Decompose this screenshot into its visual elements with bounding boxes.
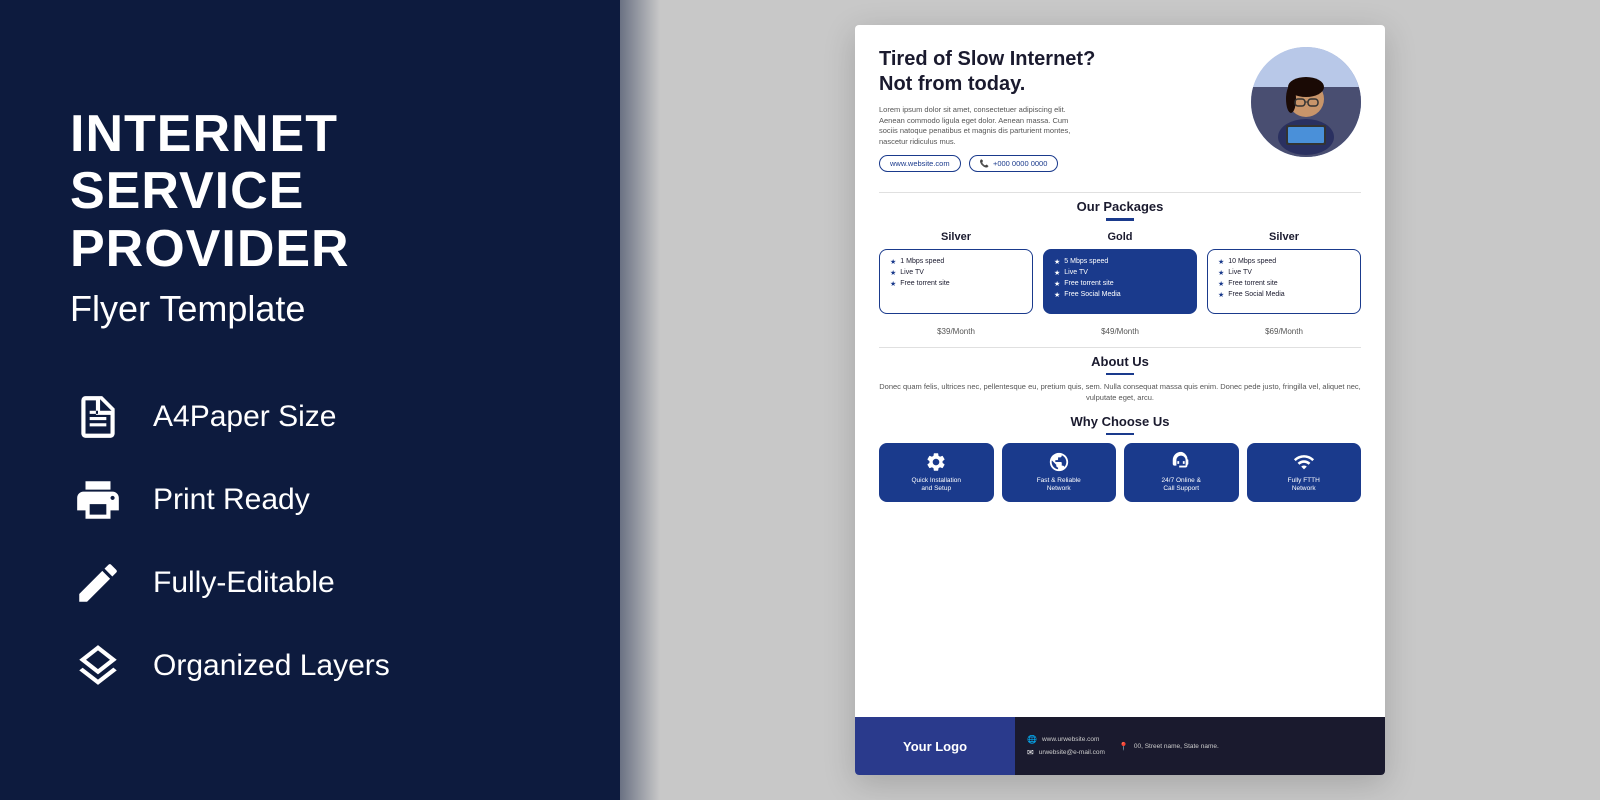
feature-item: ★5 Mbps speed	[1054, 258, 1186, 266]
why-grid: Quick Installationand Setup Fast & Relia…	[879, 443, 1361, 502]
footer-website-text: www.urwebsite.com	[1042, 736, 1099, 743]
contact-buttons: www.website.com 📞 +000 0000 0000	[879, 155, 1241, 172]
printer-icon	[70, 473, 125, 528]
package-silver-2-name: Silver	[1269, 231, 1299, 243]
footer-logo: Your Logo	[855, 717, 1015, 775]
feature-item: ★1 Mbps speed	[890, 258, 1022, 266]
packages-underline	[1106, 218, 1134, 221]
website-label: www.website.com	[890, 159, 950, 168]
website-icon: 🌐	[1027, 735, 1037, 744]
package-silver-1: Silver ★1 Mbps speed ★Live TV ★Free torr…	[879, 231, 1033, 337]
why-item-network: Fast & ReliableNetwork	[1002, 443, 1117, 502]
feature-item: ★Live TV	[890, 269, 1022, 277]
feature-a4paper-label: A4Paper Size	[153, 400, 336, 434]
why-ftth-label: Fully FTTHNetwork	[1288, 477, 1320, 494]
package-gold-price: $49/Month	[1101, 322, 1139, 337]
subtitle: Flyer Template	[70, 288, 550, 330]
right-panel: Tired of Slow Internet?Not from today. L…	[620, 0, 1600, 800]
footer-email-text: urwebsite@e-mail.com	[1039, 749, 1105, 756]
about-section: About Us Donec quam felis, ultrices nec,…	[879, 354, 1361, 404]
feature-fully-editable-label: Fully-Editable	[153, 566, 335, 600]
flyer-body-text: Lorem ipsum dolor sit amet, consectetuer…	[879, 105, 1079, 147]
flyer: Tired of Slow Internet?Not from today. L…	[855, 25, 1385, 775]
package-gold-features: ★5 Mbps speed ★Live TV ★Free torrent sit…	[1043, 249, 1197, 314]
flyer-avatar	[1251, 47, 1361, 157]
why-underline	[1106, 433, 1134, 436]
why-item-ftth: Fully FTTHNetwork	[1247, 443, 1362, 502]
feature-item: ★Live TV	[1218, 269, 1350, 277]
edit-icon	[70, 556, 125, 611]
email-icon: ✉	[1027, 748, 1034, 757]
package-silver-2-features: ★10 Mbps speed ★Live TV ★Free torrent si…	[1207, 249, 1361, 314]
about-title: About Us	[879, 354, 1361, 369]
location-icon: 📍	[1119, 742, 1129, 751]
feature-organized-layers: Organized Layers	[70, 639, 550, 694]
footer-address: 📍 00, Street name, State name.	[1119, 742, 1219, 751]
flyer-header: Tired of Slow Internet?Not from today. L…	[879, 47, 1361, 182]
feature-organized-layers-label: Organized Layers	[153, 649, 390, 683]
package-gold-name: Gold	[1107, 231, 1132, 243]
why-section: Why Choose Us Quick Installationand Setu…	[879, 414, 1361, 502]
document-icon	[70, 390, 125, 445]
network-icon	[1293, 451, 1315, 473]
package-silver-1-name: Silver	[941, 231, 971, 243]
feature-item: ★Free torrent site	[890, 280, 1022, 288]
packages-title: Our Packages	[879, 199, 1361, 214]
feature-item: ★Free torrent site	[1054, 280, 1186, 288]
packages-grid: Silver ★1 Mbps speed ★Live TV ★Free torr…	[879, 231, 1361, 337]
globe-icon	[1048, 451, 1070, 473]
flyer-body: Tired of Slow Internet?Not from today. L…	[855, 25, 1385, 717]
main-title: INTERNET SERVICE PROVIDER	[70, 106, 550, 278]
package-silver-2: Silver ★10 Mbps speed ★Live TV ★Free tor…	[1207, 231, 1361, 337]
phone-label: +000 0000 0000	[993, 159, 1047, 168]
footer-logo-text: Your Logo	[903, 739, 967, 754]
feature-print-ready: Print Ready	[70, 473, 550, 528]
flyer-headline: Tired of Slow Internet?Not from today. L…	[879, 47, 1241, 182]
footer-contact: 🌐 www.urwebsite.com ✉ urwebsite@e-mail.c…	[1015, 717, 1385, 775]
website-button: www.website.com	[879, 155, 961, 172]
packages-section: Our Packages Silver ★1 Mbps speed ★Live …	[879, 199, 1361, 337]
footer-website: 🌐 www.urwebsite.com	[1027, 735, 1105, 744]
feature-fully-editable: Fully-Editable	[70, 556, 550, 611]
headset-icon	[1170, 451, 1192, 473]
package-silver-2-price: $69/Month	[1265, 322, 1303, 337]
flyer-main-headline: Tired of Slow Internet?Not from today.	[879, 47, 1241, 97]
feature-item: ★Live TV	[1054, 269, 1186, 277]
feature-a4paper: A4Paper Size	[70, 390, 550, 445]
about-underline	[1106, 373, 1134, 376]
package-gold: Gold ★5 Mbps speed ★Live TV ★Free torren…	[1043, 231, 1197, 337]
package-silver-1-features: ★1 Mbps speed ★Live TV ★Free torrent sit…	[879, 249, 1033, 314]
why-support-label: 24/7 Online &Call Support	[1162, 477, 1201, 494]
features-list: A4Paper Size Print Ready Fully-Editable	[70, 390, 550, 694]
feature-item: ★Free torrent site	[1218, 280, 1350, 288]
footer-address-text: 00, Street name, State name.	[1134, 743, 1219, 750]
phone-button: 📞 +000 0000 0000	[969, 155, 1059, 172]
package-silver-1-price: $39/Month	[937, 322, 975, 337]
why-title: Why Choose Us	[879, 414, 1361, 429]
divider-2	[879, 347, 1361, 348]
why-item-support: 24/7 Online &Call Support	[1124, 443, 1239, 502]
why-item-installation: Quick Installationand Setup	[879, 443, 994, 502]
divider-1	[879, 192, 1361, 193]
feature-item: ★Free Social Media	[1054, 291, 1186, 299]
why-installation-label: Quick Installationand Setup	[912, 477, 962, 494]
feature-item: ★Free Social Media	[1218, 291, 1350, 299]
why-network-label: Fast & ReliableNetwork	[1037, 477, 1081, 494]
footer-contact-col-2: 📍 00, Street name, State name.	[1119, 742, 1219, 751]
feature-print-ready-label: Print Ready	[153, 483, 310, 517]
gear-icon	[925, 451, 947, 473]
footer-contact-col-1: 🌐 www.urwebsite.com ✉ urwebsite@e-mail.c…	[1027, 735, 1105, 757]
phone-icon: 📞	[980, 159, 989, 168]
flyer-footer: Your Logo 🌐 www.urwebsite.com ✉ urwebsit…	[855, 717, 1385, 775]
left-panel: INTERNET SERVICE PROVIDER Flyer Template…	[0, 0, 620, 800]
about-text: Donec quam felis, ultrices nec, pellente…	[879, 381, 1361, 404]
layers-icon	[70, 639, 125, 694]
feature-item: ★10 Mbps speed	[1218, 258, 1350, 266]
footer-email: ✉ urwebsite@e-mail.com	[1027, 748, 1105, 757]
